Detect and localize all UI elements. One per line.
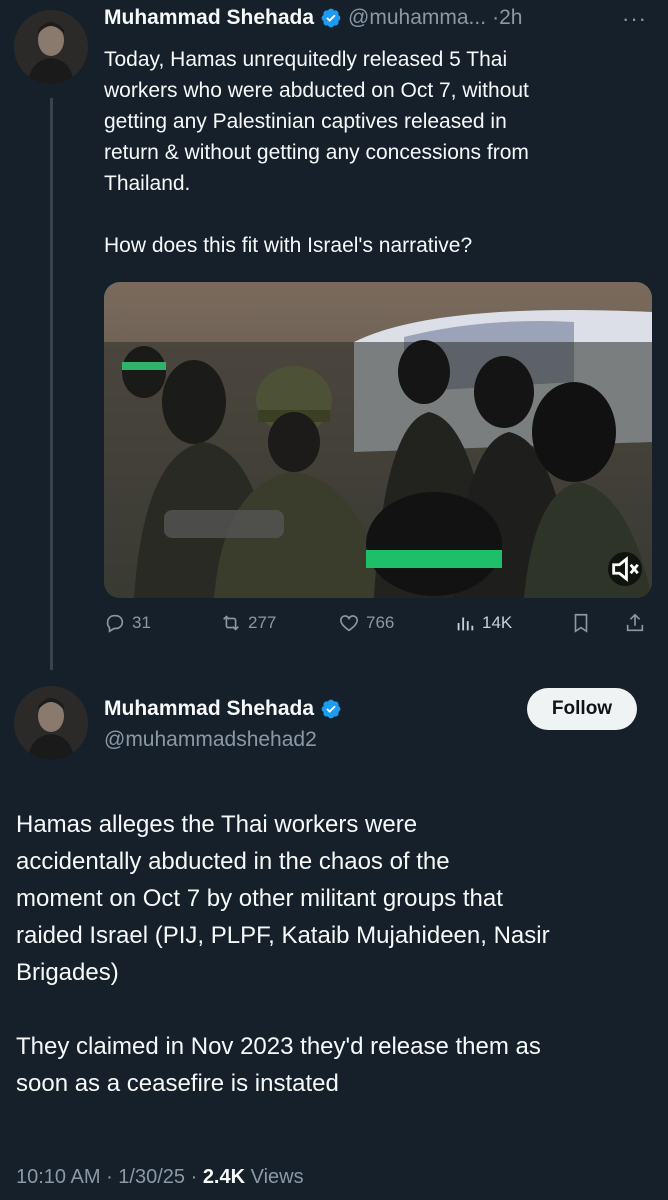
bookmark-icon: [574, 613, 588, 633]
tweet-text-line: Thailand.: [104, 172, 191, 195]
analytics-icon: [457, 617, 474, 631]
post-time[interactable]: 10:10 AM: [16, 1166, 101, 1188]
views-count: 2.4K: [202, 1166, 246, 1188]
tweet-text-line: return & without getting any concessions…: [104, 141, 529, 164]
like-button[interactable]: 766: [338, 612, 394, 634]
views-label: Views: [250, 1166, 304, 1188]
views-count: 14K: [482, 613, 513, 632]
tweet-text-line: getting any Palestinian captives release…: [104, 110, 507, 133]
tweet-text-line: workers who were abducted on Oct 7, with…: [104, 79, 529, 102]
heart-icon: [339, 615, 359, 632]
author-name[interactable]: Muhammad Shehada: [104, 697, 314, 721]
tweet-text-line: Hamas alleges the Thai workers were: [16, 811, 418, 838]
tweet-text-line: raided Israel (PIJ, PLPF, Kataib Mujahid…: [16, 922, 550, 949]
video-frame: [104, 282, 652, 598]
tweet-text-line: They claimed in Nov 2023 they'd release …: [16, 1033, 541, 1060]
reply-button[interactable]: 31: [104, 612, 151, 634]
author-name[interactable]: Muhammad Shehada: [104, 6, 314, 30]
tweet-actions: 31 277 766 14K: [104, 612, 652, 644]
views-button[interactable]: 14K: [454, 612, 512, 634]
author-handle[interactable]: @muhammadshehad2: [104, 728, 317, 752]
author-name-row: Muhammad Shehada: [104, 697, 342, 721]
video-media[interactable]: [104, 282, 652, 598]
share-icon: [626, 613, 644, 632]
tweet-text-line: soon as a ceasefire is instated: [16, 1070, 339, 1097]
tweet-text-line: Brigades): [16, 959, 119, 986]
tweet-header: Muhammad Shehada @muhamma... ·2h: [104, 6, 522, 30]
mute-button[interactable]: [608, 552, 642, 586]
verified-badge-icon: [321, 8, 341, 28]
follow-button[interactable]: Follow: [527, 688, 637, 730]
tweet-text-line: Today, Hamas unrequitedly released 5 Tha…: [104, 48, 508, 71]
avatar[interactable]: [14, 10, 88, 84]
tweet-meta: 10:10 AM · 1/30/25 · 2.4K Views: [16, 1166, 304, 1188]
repost-button[interactable]: 277: [220, 612, 276, 634]
avatar[interactable]: [14, 686, 88, 760]
tweet-question-line: How does this fit with Israel's narrativ…: [104, 234, 473, 257]
tweet-text-line: moment on Oct 7 by other militant groups…: [16, 885, 503, 912]
verified-badge-icon: [321, 699, 341, 719]
thread-connector-line: [50, 98, 53, 670]
author-handle[interactable]: @muhamma...: [348, 6, 486, 30]
tweet-text: Today, Hamas unrequitedly released 5 Tha…: [104, 44, 652, 261]
repost-count: 277: [248, 613, 277, 632]
post-date[interactable]: 1/30/25: [118, 1166, 185, 1188]
more-options-icon[interactable]: ···: [622, 6, 647, 32]
tweet-text: Hamas alleges the Thai workers were acci…: [16, 806, 656, 1102]
share-button[interactable]: [624, 612, 646, 634]
tweet-time[interactable]: ·2h: [492, 6, 522, 30]
speaker-mute-icon: [612, 556, 639, 582]
reply-icon: [106, 614, 124, 633]
like-count: 766: [366, 613, 395, 632]
tweet-text-line: accidentally abducted in the chaos of th…: [16, 848, 450, 875]
repost-icon: [223, 615, 239, 631]
bookmark-button[interactable]: [570, 612, 592, 634]
reply-count: 31: [132, 613, 151, 632]
